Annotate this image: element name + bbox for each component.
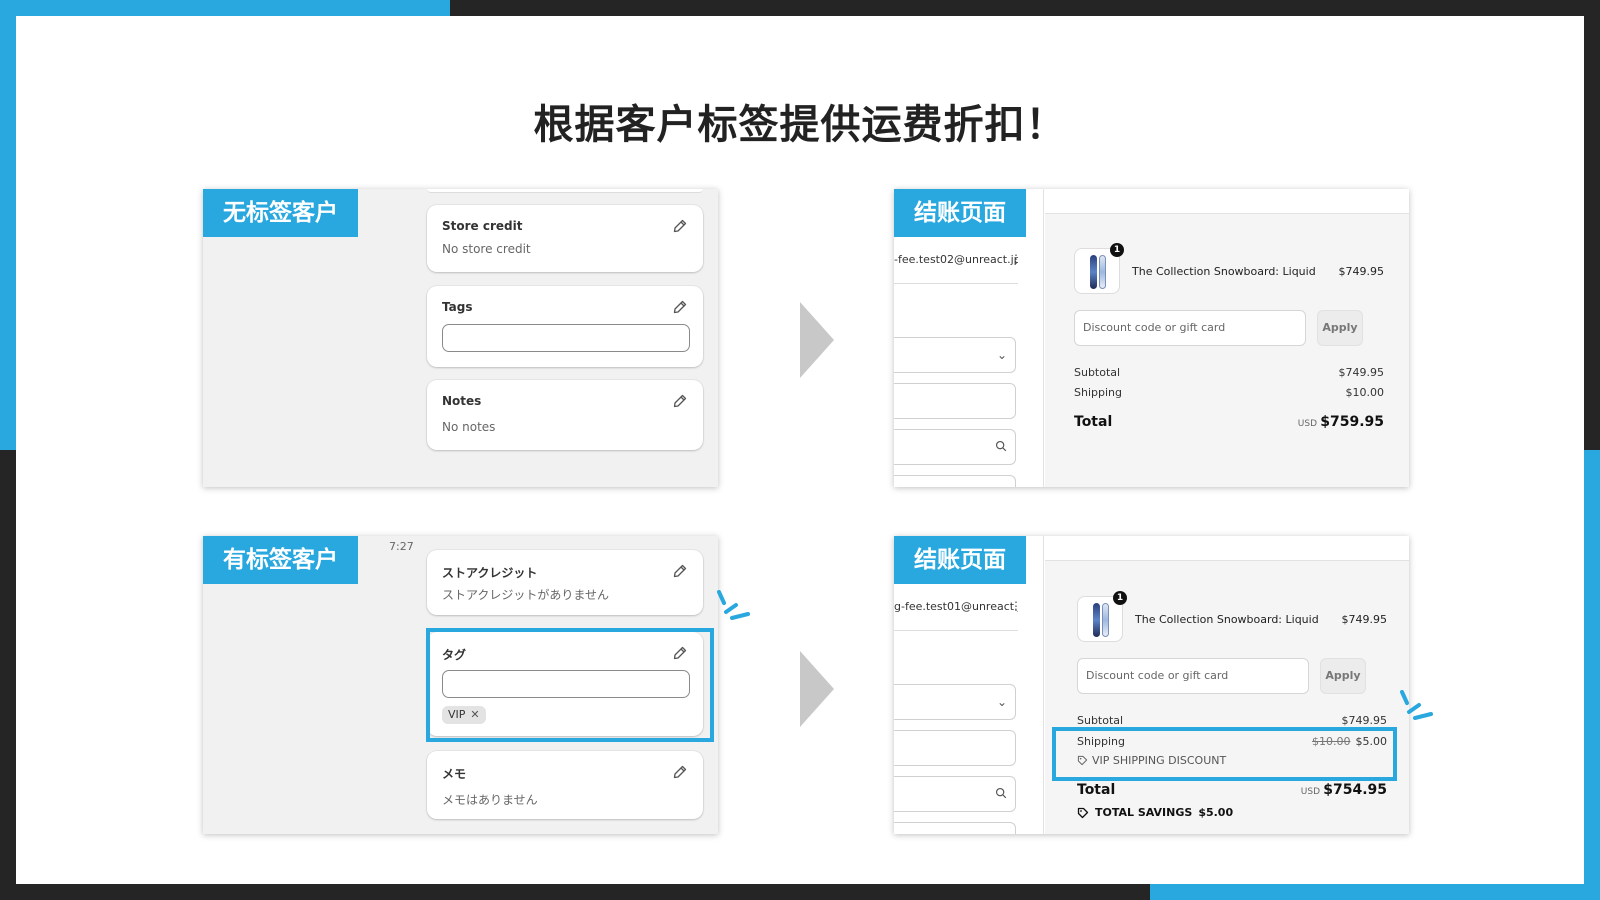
pencil-icon[interactable] bbox=[672, 764, 688, 780]
apply-button[interactable]: Apply bbox=[1320, 658, 1366, 694]
customer-panel-no-tag: 无标签客户 Store credit No store credit Tags … bbox=[203, 189, 718, 487]
frame-accent-left bbox=[0, 0, 16, 450]
pencil-icon[interactable] bbox=[672, 299, 688, 315]
slide-title: 根据客户标签提供运费折扣！ bbox=[533, 102, 1067, 148]
text-field[interactable] bbox=[894, 822, 1016, 834]
select-field[interactable]: ⌄ bbox=[894, 337, 1016, 373]
subtotal-value: $749.95 bbox=[1338, 366, 1385, 379]
arrow-right-icon bbox=[800, 651, 834, 727]
store-credit-card: Store credit No store credit bbox=[427, 205, 703, 272]
text-field[interactable] bbox=[894, 475, 1016, 487]
quantity-badge: 1 bbox=[1110, 243, 1124, 257]
panel-label: 结账页面 bbox=[894, 189, 1026, 237]
card-title: Notes bbox=[442, 394, 482, 408]
frame-accent-right bbox=[1584, 450, 1600, 900]
card-value: メモはありません bbox=[442, 793, 538, 807]
product-price: $749.95 bbox=[1338, 265, 1385, 278]
discount-code-input[interactable]: Discount code or gift card bbox=[1077, 658, 1309, 694]
checkout-panel-with-tag: g-fee.test01@unreact.jp ⋮ ⌄ 结账页面 1 The C… bbox=[894, 536, 1409, 834]
checkout-panel-no-tag: -fee.test02@unreact.jp ⋮ ⌄ 结账页面 1 The Co… bbox=[894, 189, 1409, 487]
card-title: ストアクレジット bbox=[442, 566, 538, 580]
tag-icon bbox=[1077, 807, 1089, 818]
chevron-down-icon: ⌄ bbox=[996, 348, 1007, 362]
total-savings: TOTAL SAVINGS $5.00 bbox=[1077, 806, 1233, 819]
snowboard-image bbox=[1102, 603, 1109, 637]
checkout-top-bar bbox=[1045, 536, 1409, 560]
card-value: ストアクレジットがありません bbox=[442, 588, 610, 602]
snowboard-image bbox=[1099, 255, 1106, 289]
tags-input[interactable] bbox=[442, 324, 690, 352]
notes-card: Notes No notes bbox=[427, 380, 703, 450]
search-icon bbox=[995, 787, 1007, 799]
panel-label: 结账页面 bbox=[894, 536, 1026, 584]
panel-label: 无标签客户 bbox=[203, 189, 358, 237]
customer-email: -fee.test02@unreact.jp bbox=[894, 253, 1018, 266]
pencil-icon[interactable] bbox=[672, 393, 688, 409]
frame-accent-bottom-right bbox=[1150, 884, 1600, 900]
arrow-right-icon bbox=[800, 302, 834, 378]
product-name: The Collection Snowboard: Liquid bbox=[1135, 613, 1319, 626]
tags-card: Tags bbox=[427, 286, 703, 367]
address-search-field[interactable] bbox=[894, 429, 1016, 465]
chevron-down-icon: ⌄ bbox=[996, 695, 1007, 709]
store-credit-card: ストアクレジット ストアクレジットがありません bbox=[427, 550, 703, 615]
emphasis-marks bbox=[717, 590, 750, 620]
more-options-icon[interactable]: ⋮ bbox=[1010, 252, 1022, 266]
subtotal-value: $749.95 bbox=[1341, 714, 1388, 727]
card-value: No store credit bbox=[442, 242, 531, 256]
notes-card: メモ メモはありません bbox=[427, 751, 703, 819]
card-edge bbox=[427, 189, 703, 193]
checkout-top-bar bbox=[1045, 189, 1409, 213]
search-icon bbox=[995, 440, 1007, 452]
shipping-highlight-box bbox=[1052, 727, 1397, 781]
savings-value: $5.00 bbox=[1198, 806, 1234, 819]
card-value: No notes bbox=[442, 420, 496, 434]
currency-code: USD bbox=[1297, 419, 1317, 429]
card-title: Store credit bbox=[442, 219, 523, 233]
clock-text: 7:27 bbox=[389, 540, 414, 553]
tag-highlight-box bbox=[426, 628, 714, 742]
card-title: Tags bbox=[442, 300, 473, 314]
more-options-icon[interactable]: ⋮ bbox=[1010, 599, 1022, 613]
address-search-field[interactable] bbox=[894, 776, 1016, 812]
currency-code: USD bbox=[1300, 787, 1320, 797]
card-title: メモ bbox=[442, 767, 467, 781]
product-name: The Collection Snowboard: Liquid bbox=[1132, 265, 1316, 278]
text-field[interactable] bbox=[894, 730, 1016, 766]
panel-label: 有标签客户 bbox=[203, 536, 358, 584]
discount-code-input[interactable]: Discount code or gift card bbox=[1074, 310, 1306, 346]
shipping-label: Shipping bbox=[1074, 386, 1122, 399]
text-field[interactable] bbox=[894, 383, 1016, 419]
divider bbox=[894, 630, 1018, 631]
pencil-icon[interactable] bbox=[672, 563, 688, 579]
snowboard-image bbox=[1093, 603, 1100, 637]
frame-accent-top-left bbox=[0, 0, 450, 16]
subtotal-label: Subtotal bbox=[1074, 366, 1121, 379]
subtotal-label: Subtotal bbox=[1077, 714, 1124, 727]
apply-button[interactable]: Apply bbox=[1317, 310, 1363, 346]
total-value: $759.95 bbox=[1320, 414, 1384, 430]
emphasis-marks bbox=[1400, 690, 1433, 720]
snowboard-image bbox=[1090, 255, 1097, 289]
product-price: $749.95 bbox=[1341, 613, 1388, 626]
total-label: Total bbox=[1074, 414, 1113, 430]
pencil-icon[interactable] bbox=[672, 218, 688, 234]
savings-label: TOTAL SAVINGS bbox=[1095, 806, 1193, 819]
customer-email: g-fee.test01@unreact.jp bbox=[894, 600, 1018, 613]
select-field[interactable]: ⌄ bbox=[894, 684, 1016, 720]
total-value: $754.95 bbox=[1323, 782, 1387, 798]
divider bbox=[894, 283, 1018, 284]
shipping-value: $10.00 bbox=[1345, 386, 1385, 399]
quantity-badge: 1 bbox=[1113, 591, 1127, 605]
total-label: Total bbox=[1077, 782, 1116, 798]
